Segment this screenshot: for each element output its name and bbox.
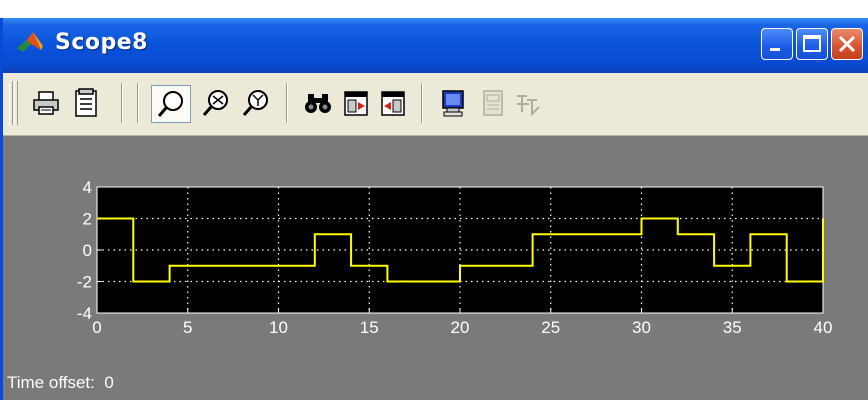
close-button[interactable] [831, 28, 863, 60]
zoom-y-icon [242, 90, 268, 116]
toolbar-separator [286, 83, 288, 123]
background-window-strip [0, 0, 868, 18]
print-icon [33, 91, 59, 115]
floating-scope-button[interactable] [438, 88, 468, 118]
floating-scope-icon [442, 90, 464, 117]
save-axes-button[interactable] [341, 88, 371, 118]
lock-axes-button[interactable] [478, 88, 508, 118]
x-tick-label: 30 [632, 318, 651, 337]
time-offset-value: 0 [104, 373, 114, 392]
time-offset-label: Time offset: [7, 373, 95, 392]
x-tick-label: 25 [541, 318, 560, 337]
signal-selector-icon [517, 95, 540, 117]
print-button[interactable] [31, 88, 61, 118]
y-tick-label: 4 [83, 178, 92, 197]
toolbar-separator [121, 83, 123, 123]
toolbar-separator [137, 83, 139, 123]
parameters-button[interactable] [71, 88, 101, 118]
x-tick-label: 20 [451, 318, 470, 337]
toolbar-separator [421, 83, 423, 123]
maximize-icon [803, 35, 821, 52]
toolbar [3, 73, 868, 136]
signal-selector-button[interactable] [513, 88, 543, 118]
x-tick-label: 5 [183, 318, 192, 337]
autoscale-icon [305, 94, 331, 113]
scope-chart: 0 5 10 15 20 25 30 35 40 -4 -2 0 2 4 [77, 178, 833, 337]
x-tick-label: 40 [814, 318, 833, 337]
minimize-icon [770, 48, 780, 51]
close-icon [838, 35, 856, 53]
toolbar-grip[interactable] [14, 81, 18, 125]
zoom-x-button[interactable] [201, 88, 231, 118]
restore-axes-icon [381, 91, 405, 116]
zoom-x-icon [202, 90, 228, 116]
y-tick-label: -4 [77, 304, 92, 323]
window-title: Scope8 [55, 30, 148, 55]
zoom-y-button[interactable] [241, 88, 271, 118]
parameters-icon [75, 88, 97, 117]
x-tick-label: 10 [269, 318, 288, 337]
x-tick-label: 15 [360, 318, 379, 337]
matlab-logo-icon [17, 32, 43, 52]
zoom-icon [157, 91, 183, 117]
zoom-button[interactable] [151, 85, 191, 123]
lock-axes-icon [483, 90, 503, 116]
minimize-button[interactable] [761, 28, 793, 60]
y-tick-label: -2 [77, 273, 92, 292]
y-tick-label: 0 [83, 241, 92, 260]
maximize-button[interactable] [796, 28, 828, 60]
toolbar-grip[interactable] [9, 81, 13, 125]
scope-window: Scope8 0 5 10 15 20 25 30 35 40 -4 -2 0 … [0, 18, 868, 400]
x-tick-label: 35 [723, 318, 742, 337]
time-offset-status: Time offset: 0 [7, 373, 114, 393]
y-tick-label: 2 [83, 210, 92, 229]
x-tick-label: 0 [92, 318, 101, 337]
autoscale-button[interactable] [303, 88, 333, 118]
restore-axes-button[interactable] [378, 88, 408, 118]
plot-area: 0 5 10 15 20 25 30 35 40 -4 -2 0 2 4 [3, 136, 868, 380]
title-bar[interactable]: Scope8 [3, 18, 868, 73]
save-axes-icon [344, 91, 368, 116]
